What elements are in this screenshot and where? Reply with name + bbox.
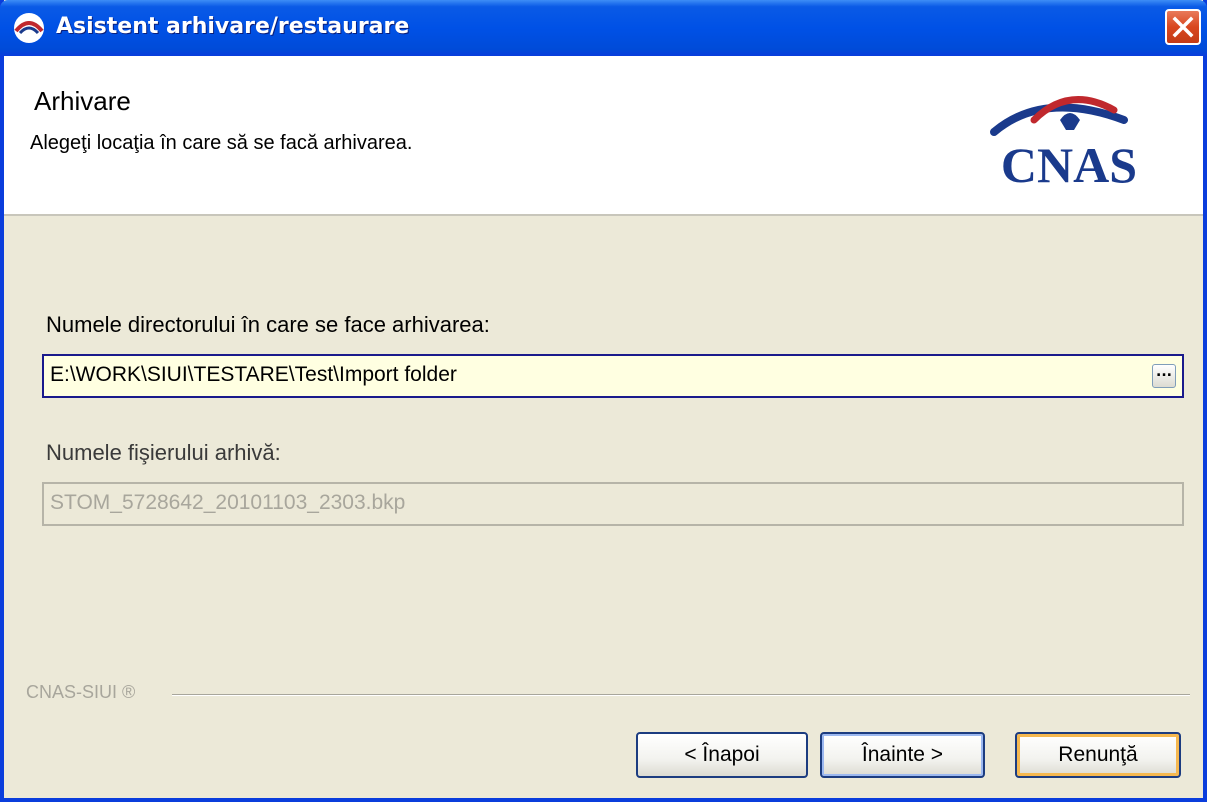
app-icon (14, 13, 44, 43)
title-bar[interactable]: Asistent arhivare/restaurare (0, 0, 1207, 56)
cnas-logo: CNAS (990, 96, 1137, 190)
footer-divider-label: CNAS-SIUI ® (26, 682, 136, 702)
cancel-button[interactable]: Renunţă (1015, 732, 1181, 778)
browse-button[interactable]: ... (1152, 364, 1176, 388)
directory-label: Numele directorului în care se face arhi… (46, 312, 490, 337)
filename-value: STOM_5728642_20101103_2303.bkp (50, 491, 406, 514)
wizard-window: Asistent arhivare/restaurare Arhivare Al… (0, 0, 1207, 802)
directory-value: E:\WORK\SIUI\TESTARE\Test\Import folder (50, 363, 457, 386)
filename-input: STOM_5728642_20101103_2303.bkp (42, 482, 1184, 526)
close-icon (1172, 16, 1194, 38)
window-title: Asistent arhivare/restaurare (56, 14, 410, 39)
close-button[interactable] (1165, 9, 1201, 45)
filename-label: Numele fişierului arhivă: (46, 440, 281, 465)
footer-divider (172, 694, 1190, 696)
directory-input[interactable]: E:\WORK\SIUI\TESTARE\Test\Import folder … (42, 354, 1184, 398)
page-subtitle: Alegeţi locaţia în care să se facă arhiv… (30, 132, 413, 154)
back-button[interactable]: < Înapoi (636, 732, 808, 778)
wizard-header: Arhivare Alegeţi locaţia în care să se f… (4, 56, 1203, 216)
logo-text: CNAS (1001, 137, 1137, 190)
next-button[interactable]: Înainte > (820, 732, 985, 778)
page-title: Arhivare (34, 86, 131, 116)
